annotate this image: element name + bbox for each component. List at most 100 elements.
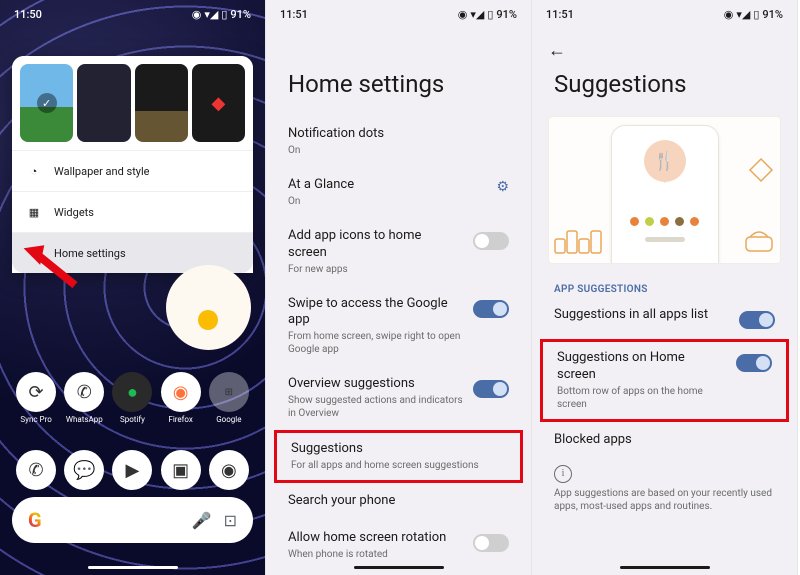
menu-widgets[interactable]: ▦ Widgets (12, 191, 253, 232)
app-spotify[interactable]: ● Spotify (112, 372, 152, 424)
setting-rotation[interactable]: Allow home screen rotation When phone is… (288, 520, 509, 571)
app-play[interactable]: ▶ (112, 450, 152, 490)
app-whatsapp[interactable]: ✆ WhatsApp (64, 372, 104, 424)
status-icons: ◉ ▾◢ ▯ 91% (458, 8, 517, 21)
setting-title: Search your phone (288, 493, 509, 510)
settings-list-2: Search your phone Allow home screen rota… (266, 483, 531, 571)
google-g-icon: G (28, 508, 42, 532)
wallpaper-thumb-4[interactable]: ◆ (192, 64, 245, 142)
setting-title: Suggestions in all apps list (554, 307, 729, 324)
phone-illustration: 🍴 (611, 125, 719, 264)
wallpaper-thumb-1[interactable] (20, 64, 73, 142)
setting-sub: When phone is rotated (288, 548, 463, 561)
setting-title: Allow home screen rotation (288, 530, 463, 547)
info-block: i (554, 459, 775, 487)
setting-blocked-apps[interactable]: Blocked apps (554, 422, 775, 459)
settings-list: Suggestions in all apps list (532, 297, 797, 339)
setting-sub: Show suggested actions and indicators in… (288, 394, 463, 420)
nav-handle[interactable] (354, 566, 444, 569)
dots-row (612, 217, 718, 226)
setting-suggestions[interactable]: Suggestions For all apps and home screen… (291, 441, 506, 472)
settings-list-2: Blocked apps i (532, 422, 797, 487)
setting-title: Suggestions on Home screen (557, 350, 726, 384)
app-google[interactable]: ⊞ Google (209, 372, 249, 424)
setting-sub: For all apps and home screen suggestions (291, 459, 506, 472)
back-button[interactable]: ← (548, 40, 566, 61)
palette-icon: ◔ (26, 163, 42, 179)
setting-title: Overview suggestions (288, 376, 463, 393)
setting-title: Add app icons to home screen (288, 228, 463, 262)
toggle-add-icons[interactable] (473, 232, 509, 250)
wallpaper-thumbs[interactable]: ◆ (12, 56, 253, 150)
setting-search-phone[interactable]: Search your phone (288, 483, 509, 520)
app-label: Sync Pro (20, 415, 51, 424)
setting-title: Notification dots (288, 126, 509, 143)
signal-icon: ▾◢ (470, 8, 484, 21)
battery-icon: ▯ (487, 8, 493, 21)
search-bar[interactable]: G 🎤 ⊡ (12, 497, 253, 543)
status-icons: ◉ ▾◢ ▯ 91% (724, 8, 783, 21)
status-time: 11:51 (280, 8, 308, 21)
lens-icon[interactable]: ⊡ (224, 511, 237, 530)
screen-home-settings: 11:51 ◉ ▾◢ ▯ 91% Home settings Notificat… (266, 0, 532, 575)
setting-title: Blocked apps (554, 432, 775, 449)
info-icon: i (554, 465, 572, 483)
setting-suggestions-home[interactable]: Suggestions on Home screen Bottom row of… (557, 350, 772, 411)
highlight-suggestions: Suggestions For all apps and home screen… (274, 430, 523, 483)
wallpaper-thumb-3[interactable] (135, 64, 188, 142)
wallpaper-thumb-2[interactable] (77, 64, 130, 142)
toggle-overview[interactable] (473, 380, 509, 398)
nav-handle[interactable] (620, 566, 710, 569)
setting-notification-dots[interactable]: Notification dots On (288, 116, 509, 167)
toggle-rotation[interactable] (473, 534, 509, 552)
mic-icon[interactable]: 🎤 (192, 511, 212, 530)
signal-icon: ▾◢ (736, 8, 750, 21)
app-row-main: ⟳ Sync Pro ✆ WhatsApp ● Spotify ◉ Firefo… (0, 372, 265, 424)
google-folder-icon: ⊞ (209, 372, 249, 412)
setting-swipe-google[interactable]: Swipe to access the Google app From home… (288, 286, 509, 367)
clock-widget[interactable] (166, 265, 251, 350)
setting-overview-suggestions[interactable]: Overview suggestions Show suggested acti… (288, 366, 509, 430)
status-bar: 11:51 ◉ ▾◢ ▯ 91% (532, 0, 797, 28)
setting-title: Suggestions (291, 441, 506, 458)
battery-percent: 91% (230, 8, 251, 21)
setting-sub: Bottom row of apps on the home screen (557, 385, 726, 411)
app-messages[interactable]: 💬 (64, 450, 104, 490)
app-phone[interactable]: ✆ (16, 450, 56, 490)
setting-add-icons[interactable]: Add app icons to home screen For new app… (288, 218, 509, 286)
phone-icon: ✆ (16, 450, 56, 490)
setting-suggestions-all-apps[interactable]: Suggestions in all apps list (554, 297, 775, 339)
camera-icon: ◉ (209, 450, 249, 490)
settings-list: Notification dots On At a Glance On ⚙ Ad… (266, 116, 531, 430)
app-row-dock: ✆ 💬 ▶ ▣ ◉ (0, 450, 265, 490)
menu-wallpaper-style[interactable]: ◔ Wallpaper and style (12, 150, 253, 191)
app-firefox[interactable]: ◉ Firefox (161, 372, 201, 424)
toggle-all-apps[interactable] (739, 311, 775, 329)
signal-icon: ▾◢ (204, 8, 218, 21)
nav-handle[interactable] (88, 566, 178, 569)
screen-home-menu: 11:50 ◉ ▾◢ ▯ 91% ◆ ◔ Wallpaper and style… (0, 0, 266, 575)
battery-icon: ▯ (221, 8, 227, 21)
play-icon: ▶ (112, 450, 152, 490)
menu-label: Widgets (54, 206, 94, 219)
food-icon: 🍴 (644, 140, 686, 182)
toggle-swipe-google[interactable] (473, 300, 509, 318)
gear-icon[interactable]: ⚙ (496, 179, 509, 195)
app-label: Spotify (120, 415, 145, 424)
setting-sub: On (288, 195, 486, 208)
highlight-home-suggestions: Suggestions on Home screen Bottom row of… (540, 339, 789, 422)
toggle-home-suggestions[interactable] (736, 354, 772, 372)
menu-label: Wallpaper and style (54, 165, 150, 178)
app-gallery[interactable]: ▣ (161, 450, 201, 490)
status-bar: 11:51 ◉ ▾◢ ▯ 91% (266, 0, 531, 28)
wifi-icon: ◉ (724, 8, 734, 21)
setting-title: At a Glance (288, 177, 486, 194)
setting-at-a-glance[interactable]: At a Glance On ⚙ (288, 167, 509, 218)
chat-icon: 💬 (64, 450, 104, 490)
app-camera[interactable]: ◉ (209, 450, 249, 490)
gallery-icon: ▣ (161, 450, 201, 490)
screen-suggestions: 11:51 ◉ ▾◢ ▯ 91% ← Suggestions 🍴 APP SUG… (532, 0, 798, 575)
app-sync-pro[interactable]: ⟳ Sync Pro (16, 372, 56, 424)
sun-icon (198, 310, 218, 330)
status-time: 11:50 (14, 8, 42, 21)
